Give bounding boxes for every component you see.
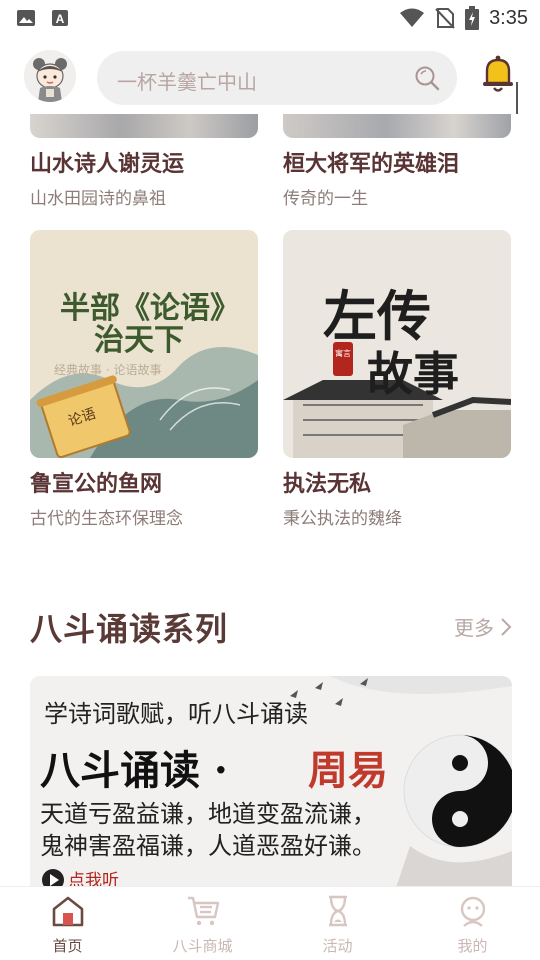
- status-bar: A 3:35: [0, 0, 540, 36]
- text-cursor: [516, 82, 518, 114]
- card-huan-general[interactable]: 桓大将军的英雄泪 传奇的一生: [283, 114, 511, 209]
- zuozhuan-illustration: 左传 故事 寓言: [283, 230, 511, 458]
- svg-text:A: A: [56, 12, 65, 26]
- art-line2: 治天下: [94, 323, 184, 358]
- card-title: 山水诗人谢灵运: [30, 152, 185, 177]
- card-title: 鲁宣公的鱼网: [30, 472, 163, 497]
- section-title: 八斗诵读系列: [30, 610, 229, 648]
- wifi-icon: [400, 8, 425, 27]
- top-header: 一杯羊羹亡中山: [0, 36, 540, 114]
- card-image: 左传 故事 寓言: [283, 230, 511, 458]
- banner-line4: 鬼神害盈福谦，人道恶盈好谦。: [40, 832, 376, 860]
- card-xie-lingyun[interactable]: 山水诗人谢灵运 山水田园诗的鼻祖: [30, 114, 258, 209]
- red-seal: [333, 342, 353, 376]
- chevron-right-icon: [501, 617, 512, 636]
- status-time: 3:35: [489, 6, 528, 29]
- more-link[interactable]: 更多: [454, 612, 512, 641]
- card-title: 桓大将军的英雄泪: [283, 152, 460, 177]
- search-placeholder: 一杯羊羹亡中山: [117, 70, 257, 94]
- card-title: 执法无私: [283, 472, 372, 497]
- badou-zhouyi-banner[interactable]: 学诗词歌赋，听八斗诵读 八斗诵读 · 周易 天道亏盈益谦，地道变盈流谦， 鬼神害…: [30, 676, 512, 886]
- art-line2: 故事: [367, 347, 459, 401]
- section-header: 八斗诵读系列 更多: [30, 604, 512, 648]
- tab-activity[interactable]: 活动: [270, 887, 405, 960]
- search-input[interactable]: 一杯羊羹亡中山: [97, 51, 457, 105]
- avatar[interactable]: [24, 50, 76, 102]
- banner-line2-red: 周易: [308, 747, 388, 794]
- card-zhifa-wusi[interactable]: 左传 故事 寓言 执法无私 秉公执法的魏绛: [283, 230, 511, 529]
- art-line1: 左传: [323, 284, 431, 348]
- card-subtitle: 古代的生态环保理念: [30, 509, 183, 529]
- banner-line3: 天道亏盈益谦，地道变盈流谦，: [40, 800, 376, 828]
- no-sim-icon: [435, 8, 455, 29]
- banner-line1: 学诗词歌赋，听八斗诵读: [44, 700, 308, 728]
- art-line1: 半部《论语》: [60, 291, 240, 326]
- home-icon: [52, 896, 83, 927]
- profile-icon: [460, 896, 485, 927]
- card-image: [283, 114, 511, 138]
- art-seal-text: 寓言: [335, 348, 351, 358]
- analects-illustration: 半部《论语》 治天下 经典故事 · 论语故事 论语: [30, 230, 258, 458]
- tab-mine[interactable]: 我的: [405, 887, 540, 960]
- tab-label: 首页: [52, 937, 83, 955]
- card-subtitle: 传奇的一生: [283, 189, 368, 209]
- child-avatar-icon: [24, 50, 76, 102]
- main-content: 山水诗人谢灵运 山水田园诗的鼻祖 桓大将军的英雄泪 传奇的一生 半部《论语》 治…: [0, 114, 540, 886]
- tab-mall[interactable]: 八斗商城: [135, 887, 270, 960]
- tab-home[interactable]: 首页: [0, 887, 135, 960]
- hourglass-icon: [328, 895, 347, 927]
- card-lu-xuangong[interactable]: 半部《论语》 治天下 经典故事 · 论语故事 论语 鲁宣公的鱼网 古代的生态环保…: [30, 230, 258, 529]
- banner-artwork: 学诗词歌赋，听八斗诵读 八斗诵读 · 周易 天道亏盈益谦，地道变盈流谦， 鬼神害…: [30, 676, 512, 886]
- tab-label: 活动: [322, 937, 353, 955]
- tab-label: 我的: [457, 937, 488, 955]
- cart-icon: [187, 896, 219, 926]
- banner-line2-black: 八斗诵读 ·: [40, 747, 228, 794]
- battery-charging-icon: [465, 6, 480, 30]
- tab-label: 八斗商城: [172, 937, 233, 955]
- search-icon[interactable]: [413, 64, 441, 92]
- gallery-icon: [17, 10, 35, 26]
- bell-icon[interactable]: [480, 54, 516, 94]
- card-subtitle: 秉公执法的魏绛: [283, 509, 402, 529]
- card-subtitle: 山水田园诗的鼻祖: [30, 189, 166, 209]
- art-caption: 经典故事 · 论语故事: [54, 362, 161, 377]
- more-label: 更多: [454, 616, 494, 640]
- text-notification-icon: A: [52, 10, 68, 26]
- card-image: [30, 114, 258, 138]
- banner-play-label: 点我听: [68, 871, 119, 886]
- bottom-tab-bar: 首页 八斗商城 活动 我的: [0, 886, 540, 960]
- card-image: 半部《论语》 治天下 经典故事 · 论语故事 论语: [30, 230, 258, 458]
